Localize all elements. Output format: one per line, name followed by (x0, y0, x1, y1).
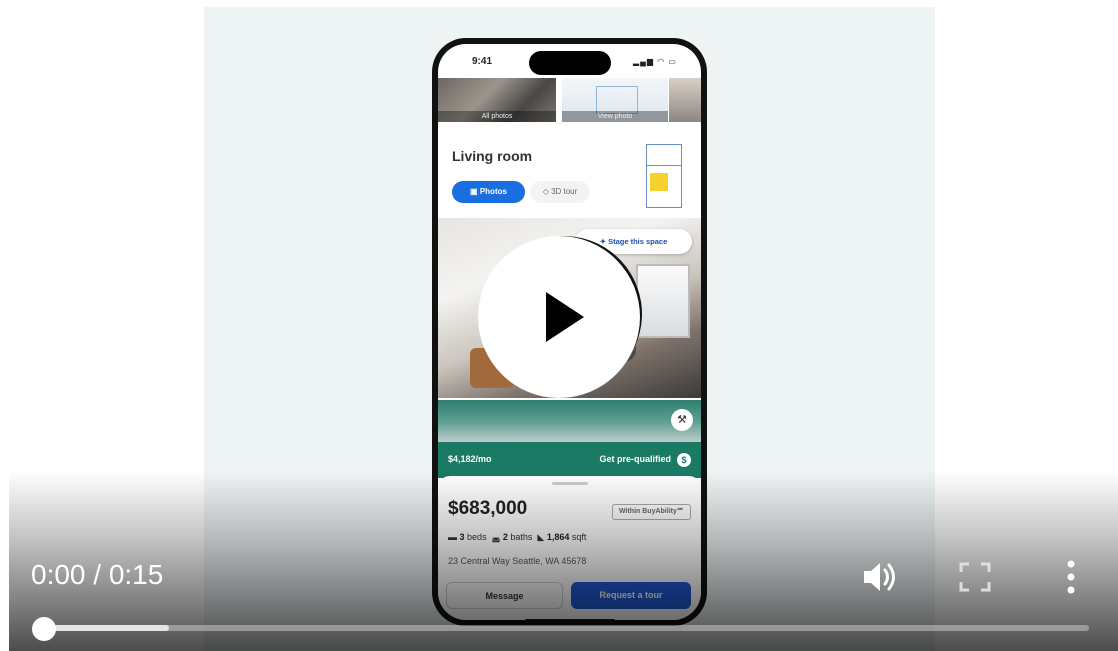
listing-price: $683,000 (448, 498, 528, 519)
tab-3d-tour: ◇ 3D tour (530, 181, 590, 203)
tab-label: 3D tour (551, 187, 578, 196)
play-icon (546, 292, 584, 342)
dollar-icon: $ (677, 453, 691, 467)
request-tour-button: Request a tour (571, 582, 691, 609)
mini-floor-plan (646, 144, 682, 208)
status-bar-time: 9:41 (472, 56, 493, 67)
bed-icon: ▬ (448, 532, 460, 542)
tab-photos: ▣ Photos (452, 181, 525, 203)
buffered-bar (43, 625, 169, 631)
beds-count: 3 (459, 532, 465, 542)
dynamic-island (528, 51, 611, 75)
thumbnail-agent (669, 78, 701, 122)
cube-icon: ◇ (542, 187, 552, 196)
prequalify-bar: $4,182/mo Get pre-qualified $ (438, 442, 701, 478)
thumbnail-all-photos: All photos (438, 78, 556, 122)
scrubber-handle[interactable] (32, 617, 56, 641)
highlighted-room (650, 173, 668, 191)
stage-label: Stage this space (608, 237, 668, 246)
photo-thumbnails: All photos View photo (438, 78, 701, 122)
baths-count: 2 (502, 532, 508, 542)
more-vert-icon[interactable] (1058, 558, 1084, 596)
progress-bar[interactable] (43, 625, 1089, 631)
listing-sheet: $683,000 Within BuyAbility℠ ▬ 3 beds ◛ 2… (438, 476, 701, 620)
thumbnail-label: View photo (562, 111, 668, 122)
hammer-icon: ⚒ (671, 409, 693, 431)
play-button[interactable] (478, 236, 640, 398)
thumbnail-label: All photos (438, 111, 556, 122)
baths-label: baths (510, 532, 533, 542)
time-display: 0:00 / 0:15 (31, 559, 164, 590)
listing-facts: ▬ 3 beds ◛ 2 baths ◣ 1,864 sqft (448, 532, 586, 543)
signal-wifi-battery-icon: ▂▄▆ ◠ ▭ (633, 57, 677, 66)
message-button: Message (446, 582, 563, 609)
beds-label: beds (467, 532, 487, 542)
sqft-count: 1,864 (546, 532, 570, 542)
sheet-handle (551, 482, 588, 485)
monthly-payment: $4,182/mo (448, 454, 492, 464)
volume-icon[interactable] (860, 558, 900, 596)
tab-label: Photos (479, 187, 507, 196)
image-icon: ▣ (470, 187, 480, 196)
room-title: Living room (452, 148, 533, 164)
sqft-label: sqft (571, 532, 587, 542)
listing-address: 23 Central Way Seattle, WA 45678 (448, 556, 587, 566)
sqft-icon: ◣ (537, 532, 547, 542)
home-indicator (524, 619, 615, 620)
bath-icon: ◛ (491, 532, 503, 542)
thumbnail-floor-plan: View photo (562, 78, 668, 122)
fullscreen-icon[interactable] (958, 561, 992, 593)
prequalify-label: Get pre-qualified (599, 454, 671, 464)
floor-plan-icon (596, 86, 638, 114)
second-room-photo (438, 400, 701, 444)
window (636, 264, 690, 338)
buyability-badge: Within BuyAbility℠ (611, 504, 691, 520)
